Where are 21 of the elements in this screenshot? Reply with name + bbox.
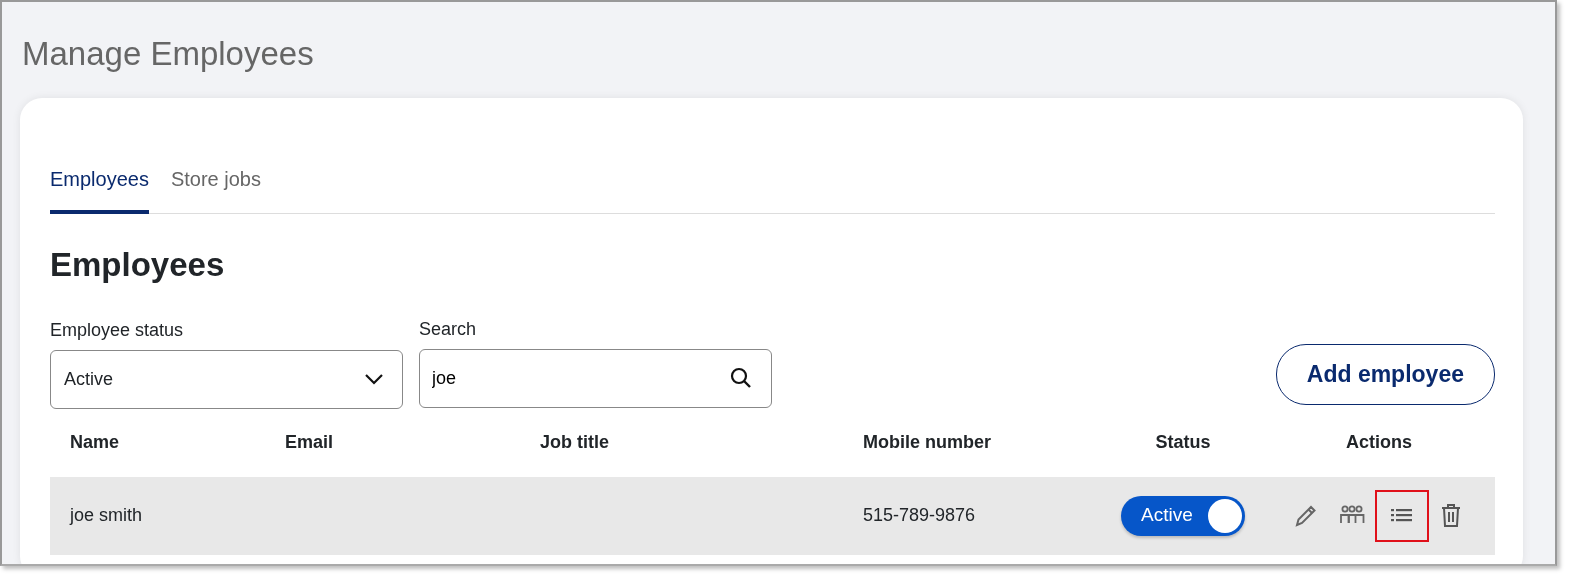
tab[interactable]: Store jobs [170, 164, 261, 214]
column-header: Job title [540, 432, 609, 452]
section-title: Employees [50, 245, 226, 285]
tab[interactable]: Employees [50, 164, 149, 214]
page-title: Manage Employees [21, 34, 315, 74]
table-cell: 515-789-9876 [863, 505, 976, 525]
chevron-down-icon [364, 373, 384, 385]
field-label: Employee status [50, 318, 185, 342]
column-header: Mobile number [863, 432, 991, 452]
status-toggle[interactable]: Active [1121, 495, 1245, 536]
add-employee-button[interactable]: Add employee [1275, 344, 1495, 405]
status-dropdown[interactable]: Active [50, 349, 403, 409]
search-field[interactable]: joe [419, 348, 772, 408]
highlighted-action-button[interactable] [1375, 489, 1429, 542]
search-icon [730, 366, 752, 389]
table-cell: joe smith [70, 505, 143, 525]
column-header: Email [285, 432, 334, 452]
field-label: Search [419, 317, 478, 341]
column-header: Status [1155, 431, 1211, 454]
column-header: Actions [1346, 431, 1412, 454]
column-header: Name [70, 432, 120, 452]
